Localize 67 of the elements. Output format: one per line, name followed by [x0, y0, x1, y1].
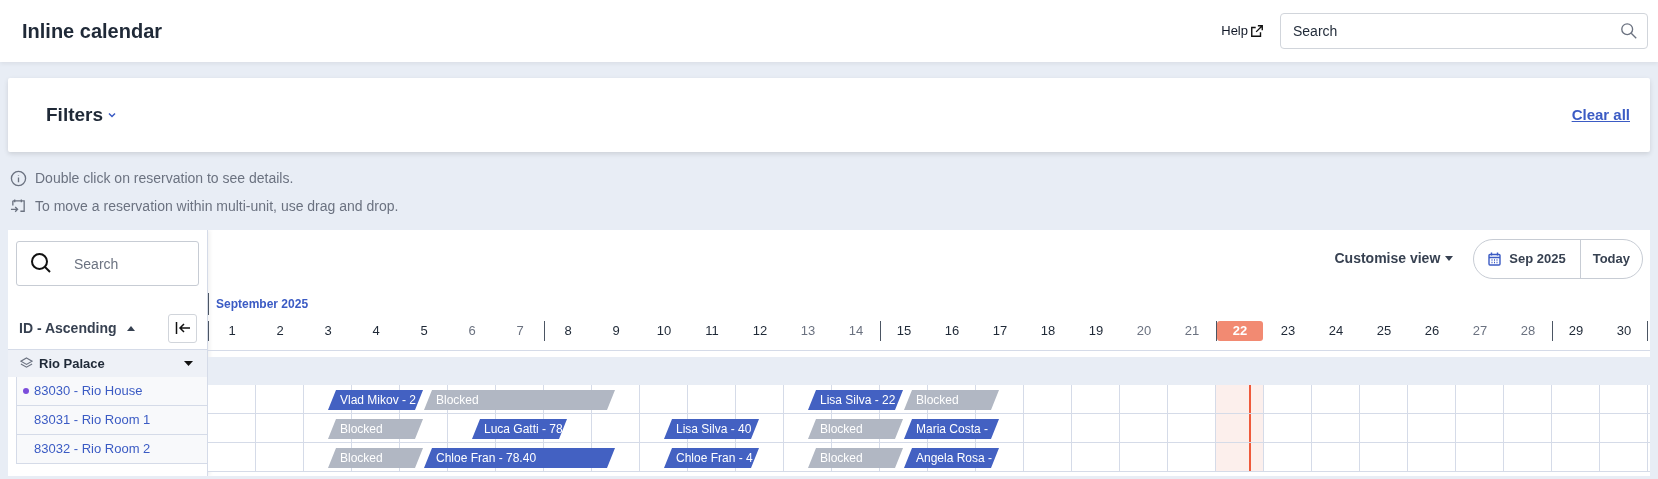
day-label: 10 — [656, 322, 672, 341]
day-label: 18 — [1040, 322, 1056, 341]
collapse-icon — [174, 322, 191, 334]
today-button[interactable]: Today — [1580, 239, 1642, 278]
reservation-bar[interactable]: Chloe Fran - 78.40 — [424, 448, 615, 468]
day-label: 15 — [896, 322, 912, 341]
layers-icon — [20, 357, 33, 370]
reservation-bar[interactable]: Angela Rosa - — [904, 448, 999, 468]
reservation-bar[interactable]: Maria Costa - — [904, 419, 999, 439]
hint-text: Double click on reservation to see details. — [35, 168, 294, 188]
day-label: 26 — [1424, 322, 1440, 341]
caret-icon — [126, 325, 135, 331]
day-label: 20 — [1136, 322, 1152, 341]
sort-dropdown[interactable]: ID - Ascending — [19, 317, 135, 339]
filters-toggle[interactable]: Filters — [46, 100, 118, 130]
search-field[interactable]: Search — [16, 241, 199, 286]
info-icon — [10, 169, 27, 187]
month-label: September 2025 — [216, 296, 309, 313]
day-label: 2 — [276, 322, 284, 341]
day-label: 13 — [800, 322, 816, 341]
customise-view-dropdown[interactable]: Customise view — [1334, 248, 1454, 269]
reservation-bar[interactable]: Lisa Silva - 22 — [808, 390, 903, 410]
day-label: 25 — [1376, 322, 1392, 341]
reservation-bar[interactable]: Lisa Silva - 40 — [664, 419, 759, 439]
day-label: 24 — [1328, 322, 1344, 341]
day-label: 19 — [1088, 322, 1104, 341]
day-label: 4 — [372, 322, 380, 341]
help-link[interactable]: Help — [1221, 21, 1264, 41]
unit-link[interactable]: 83032 - Rio Room 2 — [34, 439, 151, 459]
day-label: 28 — [1520, 322, 1536, 341]
day-label: 27 — [1472, 322, 1488, 341]
calendar-icon — [1488, 251, 1502, 266]
month-picker[interactable]: Sep 2025 — [1474, 239, 1581, 278]
collapse-button[interactable] — [168, 313, 197, 343]
day-label: 3 — [324, 322, 332, 341]
reservation-bar[interactable]: Vlad Mikov - 2 — [328, 390, 423, 410]
day-label: 17 — [992, 322, 1008, 341]
reservation-bar[interactable]: Luca Gatti - 78 — [472, 419, 567, 439]
search-icon — [30, 252, 52, 274]
clear-all-link[interactable]: Clear all — [1571, 103, 1630, 127]
day-label: 1 — [228, 322, 236, 341]
day-label: 14 — [848, 322, 864, 341]
day-label: 9 — [612, 322, 620, 341]
hint-text: To move a reservation within multi-unit, use drag and drop. — [35, 196, 399, 216]
day-label: 21 — [1184, 322, 1200, 341]
day-label: 6 — [468, 322, 476, 341]
today-day-label: 22 — [1217, 321, 1263, 341]
unit-link[interactable]: 83031 - Rio Room 1 — [34, 410, 151, 430]
page-title: Inline calendar — [22, 19, 163, 44]
caret-icon — [1445, 256, 1454, 261]
unit-link[interactable]: 83030 - Rio House — [34, 381, 143, 401]
reservation-bar[interactable]: Chloe Fran - 4 — [664, 448, 759, 468]
caret-icon[interactable] — [184, 361, 193, 366]
day-label: 8 — [564, 322, 572, 341]
day-label: 11 — [705, 322, 719, 341]
day-label: 23 — [1280, 322, 1296, 341]
day-label: 12 — [752, 322, 768, 341]
search-icon — [1620, 22, 1638, 40]
calendar-move-icon — [10, 197, 27, 215]
day-label: 7 — [516, 322, 524, 341]
day-label: 5 — [420, 322, 428, 341]
day-label: 29 — [1568, 322, 1584, 341]
group-name: Rio Palace — [39, 354, 106, 373]
search-field[interactable]: Search — [1280, 13, 1648, 49]
day-label: 16 — [944, 322, 960, 341]
day-label: 30 — [1616, 322, 1632, 341]
external-link-icon — [1250, 24, 1264, 38]
